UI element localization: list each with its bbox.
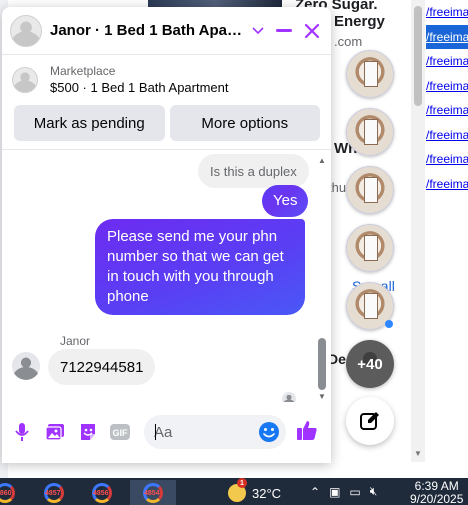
background-title-2: Energy bbox=[334, 13, 385, 30]
message-list[interactable]: Is this a duplex Yes Please send me your… bbox=[2, 150, 331, 402]
page-scrollbar[interactable]: ▼ bbox=[411, 0, 425, 462]
chat-head[interactable] bbox=[346, 166, 394, 214]
new-message-button[interactable] bbox=[346, 397, 394, 445]
listing-thumbnail bbox=[12, 67, 38, 93]
sticker-icon[interactable] bbox=[76, 420, 100, 444]
incoming-message: Is this a duplex bbox=[198, 154, 309, 188]
link-item-selected[interactable]: /freeima bbox=[426, 24, 468, 49]
taskbar: 4860 4857 4856 4854 1 32°C ⌃ ▣ ▭ 🔇︎ 6:39… bbox=[0, 478, 468, 505]
chat-window: Janor · 1 Bed 1 Bath Apart... Marketplac… bbox=[2, 7, 331, 463]
link-item[interactable]: /freeima bbox=[426, 147, 468, 172]
message-scrollbar[interactable]: ▲ ▼ bbox=[316, 150, 328, 402]
message-composer: GIF bbox=[2, 412, 331, 452]
weather-widget[interactable]: 1 32°C bbox=[228, 478, 282, 502]
page-scrollbar-thumb[interactable] bbox=[414, 6, 422, 106]
door-photo-icon bbox=[364, 293, 378, 319]
outgoing-message: Yes bbox=[262, 185, 309, 217]
chat-head[interactable] bbox=[346, 50, 394, 98]
taskbar-app-badge: 4854 bbox=[144, 489, 160, 497]
taskbar-app-badge: 4860 bbox=[0, 489, 12, 497]
scroll-up-arrow[interactable]: ▲ bbox=[318, 156, 326, 165]
door-photo-icon bbox=[364, 61, 378, 87]
background-domain: .com bbox=[334, 34, 363, 49]
link-item[interactable]: /freeima bbox=[426, 123, 468, 148]
network-icon[interactable]: ▭ bbox=[349, 485, 360, 499]
gif-icon[interactable]: GIF bbox=[108, 420, 132, 444]
taskbar-app[interactable]: 4857 bbox=[35, 480, 73, 505]
incoming-message: 7122944581 bbox=[48, 349, 156, 385]
camera-icon[interactable]: ▣ bbox=[329, 485, 340, 499]
compose-icon bbox=[360, 412, 379, 430]
chat-title[interactable]: Janor · 1 Bed 1 Bath Apart... bbox=[50, 22, 242, 39]
temperature: 32°C bbox=[252, 485, 282, 501]
message-scrollbar-thumb[interactable] bbox=[318, 338, 326, 390]
page-scroll-down-arrow[interactable]: ▼ bbox=[414, 449, 422, 458]
photo-icon[interactable] bbox=[43, 420, 67, 444]
taskbar-app-badge: 4857 bbox=[45, 489, 61, 497]
microphone-icon[interactable] bbox=[10, 420, 34, 444]
weather-badge: 1 bbox=[237, 478, 247, 488]
weather-sun-icon: 1 bbox=[228, 478, 247, 502]
taskbar-app[interactable]: 4860 bbox=[0, 480, 24, 505]
message-input[interactable] bbox=[154, 422, 254, 442]
link-item[interactable]: /freeima bbox=[426, 74, 468, 99]
taskbar-app-badge: 4856 bbox=[93, 489, 109, 497]
browser-icon: 4854 bbox=[143, 482, 163, 503]
door-photo-icon bbox=[364, 177, 378, 203]
clock-date: 9/20/2025 bbox=[410, 492, 464, 505]
link-item[interactable]: /freeima bbox=[426, 49, 468, 74]
scroll-down-arrow[interactable]: ▼ bbox=[318, 392, 326, 401]
volume-muted-icon[interactable]: 🔇︎ bbox=[370, 484, 378, 499]
link-column: /freeima /freeima /freeima /freeima /fre… bbox=[426, 0, 468, 460]
svg-text:GIF: GIF bbox=[113, 428, 129, 438]
link-item[interactable]: /freeima bbox=[426, 98, 468, 123]
browser-icon: 4860 bbox=[0, 482, 15, 503]
chevron-up-icon[interactable]: ⌃ bbox=[310, 485, 320, 499]
taskbar-app-active[interactable]: 4854 bbox=[130, 480, 176, 505]
listing-actions: Mark as pending More options bbox=[14, 105, 320, 141]
chat-head[interactable] bbox=[346, 108, 394, 156]
chat-header[interactable]: Janor · 1 Bed 1 Bath Apart... bbox=[2, 7, 331, 55]
more-chats-count: +40 bbox=[357, 355, 383, 373]
more-options-button[interactable]: More options bbox=[169, 105, 320, 141]
link-item[interactable]: /freeima bbox=[426, 0, 468, 25]
sender-avatar[interactable] bbox=[12, 352, 40, 380]
outgoing-message: Please send me your phn number so that w… bbox=[95, 219, 305, 315]
listing-name: $500 · 1 Bed 1 Bath Apartment bbox=[50, 80, 229, 95]
minimize-icon[interactable] bbox=[272, 19, 296, 43]
system-tray: ⌃ ▣ ▭ 🔇︎ bbox=[310, 484, 377, 499]
door-photo-icon bbox=[364, 119, 378, 145]
taskbar-app[interactable]: 4856 bbox=[83, 480, 121, 505]
mark-as-pending-button[interactable]: Mark as pending bbox=[14, 105, 165, 141]
door-photo-icon bbox=[364, 235, 378, 261]
contact-avatar[interactable] bbox=[10, 14, 42, 47]
sender-name: Janor bbox=[60, 334, 91, 348]
unread-dot bbox=[385, 320, 393, 328]
message-input-wrapper[interactable] bbox=[144, 415, 286, 449]
browser-icon: 4857 bbox=[44, 482, 64, 503]
emoji-icon[interactable] bbox=[258, 421, 280, 448]
chat-head[interactable] bbox=[346, 224, 394, 272]
text-caret bbox=[155, 424, 156, 440]
thumbs-up-icon[interactable] bbox=[295, 418, 319, 442]
more-chats-button[interactable]: +40 bbox=[346, 340, 394, 388]
listing-source: Marketplace bbox=[50, 64, 116, 78]
marketplace-listing[interactable]: Marketplace $500 · 1 Bed 1 Bath Apartmen… bbox=[2, 55, 331, 105]
close-icon[interactable] bbox=[300, 19, 324, 43]
seen-receipt-avatar bbox=[282, 392, 296, 402]
link-item[interactable]: /freeima bbox=[426, 172, 468, 197]
chevron-down-icon[interactable] bbox=[246, 19, 270, 43]
browser-icon: 4856 bbox=[92, 482, 112, 503]
clock[interactable]: 6:39 AM 9/20/2025 bbox=[410, 480, 463, 505]
